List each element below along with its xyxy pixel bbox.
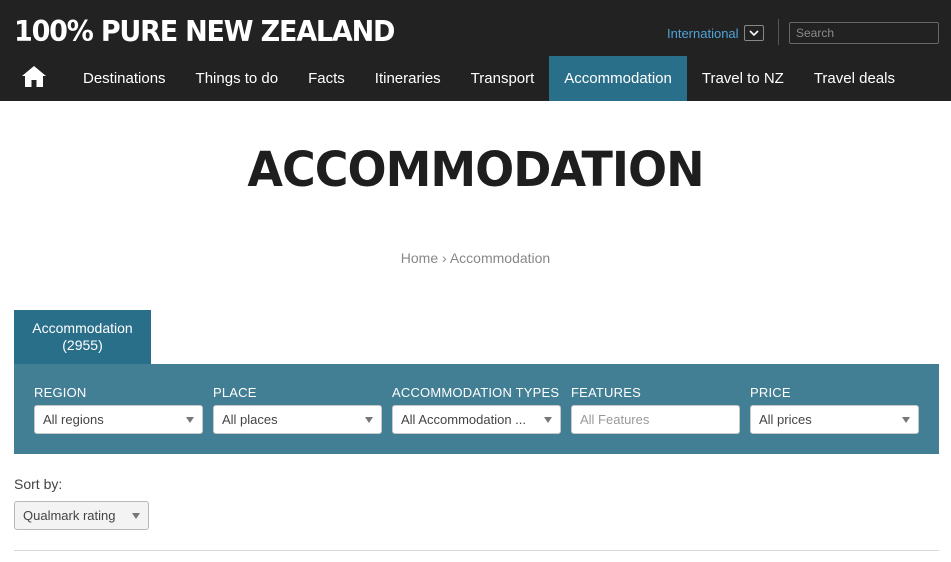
filter-price: PRICE All prices — [750, 385, 919, 434]
filter-place: PLACE All places — [213, 385, 382, 434]
nav-home-button[interactable] — [0, 56, 68, 101]
breadcrumb-current: Accommodation — [449, 250, 551, 266]
region-dropdown[interactable]: All regions — [34, 405, 203, 434]
main-nav: Destinations Things to do Facts Itinerar… — [0, 56, 910, 101]
header-divider — [778, 19, 779, 45]
filter-region: REGION All regions — [34, 385, 203, 434]
nav-item-itineraries[interactable]: Itineraries — [360, 56, 456, 101]
nav-item-travel-to-nz[interactable]: Travel to NZ — [687, 56, 799, 101]
nav-item-transport[interactable]: Transport — [456, 56, 550, 101]
chevron-down-icon[interactable] — [743, 25, 764, 41]
tab-count: (2955) — [62, 337, 103, 353]
filter-price-label: PRICE — [750, 385, 791, 400]
place-dropdown-value: All places — [222, 412, 278, 427]
nav-item-facts[interactable]: Facts — [293, 56, 360, 101]
filter-types-label: ACCOMMODATION TYPES — [392, 385, 560, 400]
section-divider — [14, 550, 939, 551]
price-dropdown-value: All prices — [759, 412, 812, 427]
search-box — [789, 22, 951, 44]
region-selector[interactable]: International — [667, 23, 764, 43]
search-input[interactable] — [790, 23, 951, 43]
sort-dropdown-value: Qualmark rating — [23, 508, 116, 523]
sort-dropdown[interactable]: Qualmark rating — [14, 501, 149, 530]
filter-types: ACCOMMODATION TYPES All Accommodation ..… — [392, 385, 561, 434]
price-dropdown[interactable]: All prices — [750, 405, 919, 434]
tab-label: Accommodation — [32, 320, 133, 336]
nav-item-travel-deals[interactable]: Travel deals — [799, 56, 910, 101]
region-dropdown-value: All regions — [43, 412, 104, 427]
nav-item-destinations[interactable]: Destinations — [68, 56, 181, 101]
filter-place-label: PLACE — [213, 385, 257, 400]
filter-panel: REGION All regions PLACE All places ACCO… — [14, 364, 939, 454]
place-dropdown[interactable]: All places — [213, 405, 382, 434]
types-dropdown-value: All Accommodation ... — [401, 412, 526, 427]
nav-item-things-to-do[interactable]: Things to do — [181, 56, 294, 101]
site-header: 100% PURE NEW ZEALAND International Dest… — [0, 0, 951, 101]
page-title: ACCOMMODATION — [247, 140, 704, 198]
region-label[interactable]: International — [667, 26, 739, 41]
filter-features-label: FEATURES — [571, 385, 641, 400]
dropdown-caret-icon — [132, 512, 140, 519]
breadcrumb: Home › Accommodation — [0, 250, 951, 266]
site-logo[interactable]: 100% PURE NEW ZEALAND — [14, 16, 395, 49]
dropdown-caret-icon — [365, 416, 373, 423]
dropdown-caret-icon — [544, 416, 552, 423]
sort-label: Sort by: — [14, 476, 63, 492]
dropdown-caret-icon — [902, 416, 910, 423]
home-icon[interactable] — [21, 64, 47, 93]
dropdown-caret-icon — [186, 416, 194, 423]
breadcrumb-separator: › — [442, 250, 447, 266]
accommodation-types-dropdown[interactable]: All Accommodation ... — [392, 405, 561, 434]
nav-item-accommodation[interactable]: Accommodation — [549, 56, 687, 101]
features-input[interactable] — [571, 405, 740, 434]
filter-features: FEATURES — [571, 385, 740, 434]
breadcrumb-home-link[interactable]: Home — [401, 250, 438, 266]
tab-accommodation[interactable]: Accommodation (2955) — [14, 310, 151, 364]
filter-region-label: REGION — [34, 385, 87, 400]
